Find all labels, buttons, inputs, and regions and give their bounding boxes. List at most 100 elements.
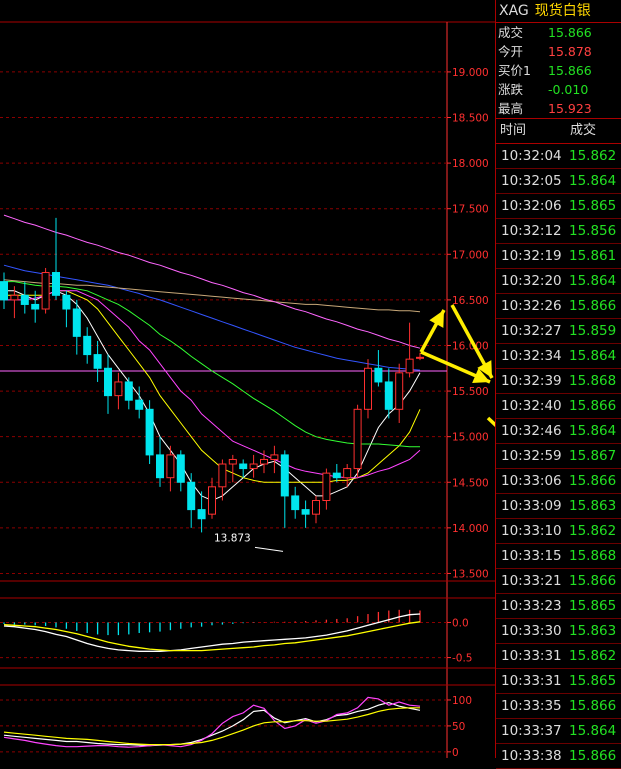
- tick-time: 10:33:10: [501, 523, 562, 539]
- candle-body: [104, 367, 112, 397]
- tick-time: 10:32:04: [501, 148, 562, 164]
- candle-body: [52, 272, 60, 296]
- tick-row: 10:33:23 15.865: [496, 594, 621, 619]
- tick-price: 15.864: [569, 423, 617, 439]
- candle-body: [395, 372, 404, 410]
- tick-row: 10:32:05 15.864: [496, 169, 621, 194]
- candle-body: [260, 458, 268, 465]
- tick-row: 10:33:21 15.866: [496, 569, 621, 594]
- candle-body: [41, 272, 50, 310]
- y-tick-label: 18.500: [452, 113, 489, 125]
- candle-body: [332, 472, 341, 479]
- quote-label: 最高: [498, 101, 524, 116]
- candle-body: [343, 468, 352, 479]
- tick-price: 15.862: [569, 148, 617, 164]
- tick-price: 15.856: [569, 223, 617, 239]
- tick-price: 15.866: [569, 698, 617, 714]
- tick-row: 10:32:19 15.861: [496, 244, 621, 269]
- candle-body: [135, 399, 144, 410]
- kline-chart[interactable]: 13.500 14.000 14.500 15.000 15.500 16.000 16.5…: [0, 0, 580, 759]
- candle-body: [384, 381, 393, 410]
- candle-body: [93, 354, 102, 369]
- tick-time: 10:32:20: [501, 273, 562, 289]
- tick-time: 10:33:38: [501, 748, 562, 764]
- y-tick-label: 17.500: [452, 204, 489, 216]
- tick-price: 15.868: [569, 373, 617, 389]
- candle-body: [114, 381, 123, 397]
- tick-time: 10:33:06: [501, 473, 562, 489]
- tick-row: 10:32:59 15.867: [496, 444, 621, 469]
- tick-row: 10:32:12 15.856: [496, 219, 621, 244]
- quote-label: 成交: [498, 25, 524, 40]
- quote-row: 成交 15.866: [496, 23, 621, 42]
- candle-body: [280, 454, 289, 497]
- candle-body: [364, 367, 372, 410]
- tick-time: 10:32:05: [501, 173, 562, 189]
- tick-price: 15.861: [569, 248, 617, 264]
- quote-value: 15.878: [548, 44, 592, 59]
- y-tick-label: 18.000: [452, 158, 489, 170]
- tick-time: 10:32:46: [501, 423, 562, 439]
- candle-body: [228, 458, 237, 465]
- candle-body: [322, 472, 331, 501]
- tick-row: 10:33:31 15.862: [496, 644, 621, 669]
- quote-row: 最高 15.923: [496, 99, 621, 118]
- y-tick-label: 14.000: [452, 523, 489, 535]
- candle-body: [62, 294, 71, 310]
- quote-label: 涨跌: [498, 82, 524, 97]
- tick-price: 15.865: [569, 198, 617, 214]
- tick-time: 10:32:26: [501, 298, 562, 314]
- tick-row: 10:32:04 15.862: [496, 144, 621, 169]
- tick-price: 15.862: [569, 523, 617, 539]
- tick-row: 10:32:46 15.864: [496, 419, 621, 444]
- tick-row: 10:33:06 15.866: [496, 469, 621, 494]
- y-tick-label: 16.500: [452, 295, 489, 307]
- candle-body: [197, 509, 206, 520]
- tick-time: 10:32:40: [501, 398, 562, 414]
- y-tick-label: 15.000: [452, 432, 489, 444]
- candle-body: [176, 454, 185, 483]
- tick-time: 10:33:31: [501, 673, 562, 689]
- tick-time: 10:33:23: [501, 598, 562, 614]
- kdj-line: [3, 696, 421, 748]
- candle-body: [239, 463, 248, 470]
- tick-row: 10:33:31 15.865: [496, 669, 621, 694]
- chart-area[interactable]: 13.500 14.000 14.500 15.000 15.500 16.000 16.5…: [0, 0, 580, 759]
- tick-time: 10:32:12: [501, 223, 562, 239]
- tick-row: 10:33:38 15.866: [496, 744, 621, 769]
- tick-price: 15.859: [569, 323, 617, 339]
- min-annotation-line: [254, 546, 284, 552]
- candle-body: [374, 367, 383, 383]
- tick-list[interactable]: 10:32:04 15.862 10:32:05 15.864 10:32:06 15.8…: [496, 144, 621, 769]
- quote-value: 15.923: [548, 101, 592, 116]
- tick-time: 10:33:30: [501, 623, 562, 639]
- y-tick-label: 14.500: [452, 477, 489, 489]
- moving-average-line: [3, 214, 421, 349]
- y-tick-label: 0.0: [452, 617, 469, 629]
- tick-row: 10:32:34 15.864: [496, 344, 621, 369]
- tick-time: 10:32:06: [501, 198, 562, 214]
- tick-time: 10:33:09: [501, 498, 562, 514]
- tick-price: 15.866: [569, 473, 617, 489]
- y-tick-label: 13.500: [452, 568, 489, 580]
- tick-price: 15.864: [569, 273, 617, 289]
- y-tick-label: 15.500: [452, 386, 489, 398]
- tick-time: 10:32:39: [501, 373, 562, 389]
- tick-row: 10:33:37 15.864: [496, 719, 621, 744]
- y-tick-label: 17.000: [452, 249, 489, 261]
- candle-body: [270, 454, 279, 460]
- quote-rows: 成交 15.866 今开 15.878 买价1 15.866 涨跌 -0.010 最高 15.92…: [496, 23, 621, 118]
- tick-row: 10:33:10 15.862: [496, 519, 621, 544]
- quote-row: 今开 15.878: [496, 42, 621, 61]
- tick-time: 10:32:19: [501, 248, 562, 264]
- y-tick-label: 16.000: [452, 340, 489, 352]
- tick-row: 10:32:26 15.866: [496, 294, 621, 319]
- candle-body: [353, 408, 362, 470]
- y-tick-label: 100: [452, 695, 472, 707]
- y-tick-label: 19.000: [452, 67, 489, 79]
- tick-price: 15.866: [569, 748, 617, 764]
- kdj-line: [3, 701, 421, 747]
- y-tick-label: 0: [452, 747, 459, 758]
- tick-price: 15.866: [569, 398, 617, 414]
- candle-body: [291, 495, 300, 511]
